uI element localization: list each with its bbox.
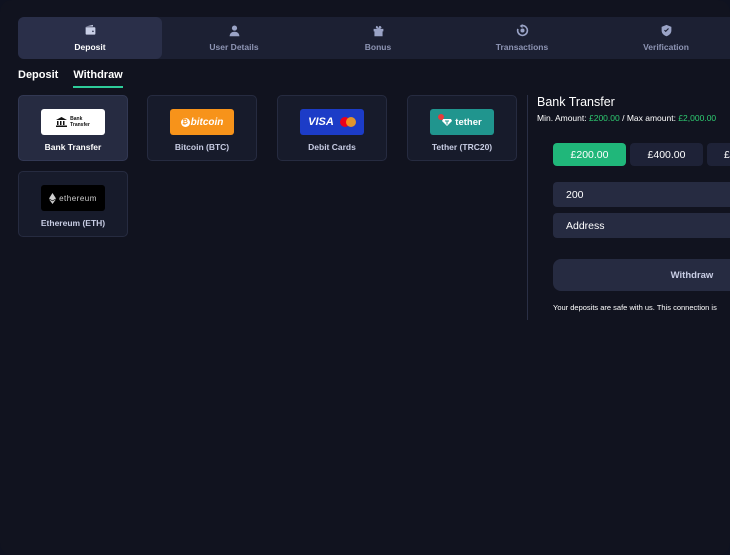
- method-label: Bitcoin (BTC): [174, 142, 230, 152]
- bank-transfer-logo: Bank Transfer: [41, 109, 105, 135]
- security-notice: Your deposits are safe with us. This con…: [553, 303, 717, 312]
- visa-logo-text: VISA: [308, 116, 334, 128]
- tab-label: User Details: [209, 42, 259, 52]
- bitcoin-logo-text: bitcoin: [190, 116, 224, 128]
- tether-logo: tether: [430, 109, 494, 135]
- bank-logo-text: Transfer: [70, 122, 90, 128]
- method-tether[interactable]: tether Tether (TRC20): [407, 95, 517, 161]
- tab-label: Bonus: [364, 42, 392, 52]
- tab-bonus[interactable]: Bonus: [306, 17, 450, 59]
- panel-title: Bank Transfer: [537, 95, 615, 109]
- address-input[interactable]: Address: [553, 213, 730, 238]
- amount-option-more[interactable]: £: [707, 143, 730, 166]
- withdraw-button[interactable]: Withdraw: [553, 259, 730, 291]
- subtab-withdraw[interactable]: Withdraw: [73, 69, 123, 88]
- tether-logo-text: tether: [455, 116, 482, 128]
- amount-limits: Min. Amount: £200.00 / Max amount: £2,00…: [537, 113, 716, 123]
- min-amount-value: £200.00: [588, 113, 620, 123]
- amount-input[interactable]: 200: [553, 182, 730, 207]
- method-label: Tether (TRC20): [431, 142, 493, 152]
- bitcoin-logo: ₿ bitcoin: [170, 109, 234, 135]
- wallet-icon: [85, 24, 95, 35]
- gift-icon: [373, 25, 383, 37]
- ethereum-logo-text: ethereum: [59, 193, 97, 203]
- tab-verification[interactable]: Verification: [594, 17, 730, 59]
- tab-label: Transactions: [495, 42, 549, 52]
- tab-transactions[interactable]: Transactions: [450, 17, 594, 59]
- ethereum-icon: [49, 192, 57, 204]
- subtab-deposit[interactable]: Deposit: [18, 69, 58, 88]
- ethereum-logo: ethereum: [41, 185, 105, 211]
- method-bitcoin[interactable]: ₿ bitcoin Bitcoin (BTC): [147, 95, 257, 161]
- tab-label: Deposit: [74, 42, 106, 52]
- subtabs: Deposit Withdraw: [18, 69, 123, 88]
- top-nav: Deposit User Details Bonus Transactions …: [18, 17, 730, 59]
- shield-check-icon: [661, 24, 671, 37]
- withdraw-button-label: Withdraw: [670, 269, 714, 281]
- bitcoin-coin-icon: ₿: [180, 117, 190, 127]
- tab-deposit[interactable]: Deposit: [18, 17, 162, 59]
- method-label: Debit Cards: [308, 142, 356, 152]
- amount-option-200[interactable]: £200.00: [553, 143, 626, 166]
- transactions-icon: [516, 24, 528, 37]
- method-debit-cards[interactable]: VISA Debit Cards: [277, 95, 387, 161]
- mastercard-icon: [339, 117, 356, 127]
- method-bank-transfer[interactable]: Bank Transfer Bank Transfer: [18, 95, 128, 161]
- amount-option-400[interactable]: £400.00: [630, 143, 703, 166]
- tether-icon: [442, 119, 453, 126]
- method-label: Ethereum (ETH): [40, 218, 106, 228]
- max-amount-value: £2,000.00: [678, 113, 717, 123]
- user-icon: [229, 25, 239, 37]
- bank-icon: [56, 117, 68, 127]
- method-ethereum[interactable]: ethereum Ethereum (ETH): [18, 171, 128, 237]
- tab-user-details[interactable]: User Details: [162, 17, 306, 59]
- method-label: Bank Transfer: [44, 142, 102, 152]
- min-amount-label: Min. Amount:: [537, 113, 587, 123]
- tab-label: Verification: [643, 42, 689, 52]
- vertical-divider: [527, 95, 528, 320]
- cashier-modal: Deposit User Details Bonus Transactions …: [0, 0, 730, 555]
- tether-dot-icon: [438, 114, 444, 120]
- max-amount-label: / Max amount:: [622, 113, 676, 123]
- visa-mastercard-logo: VISA: [300, 109, 364, 135]
